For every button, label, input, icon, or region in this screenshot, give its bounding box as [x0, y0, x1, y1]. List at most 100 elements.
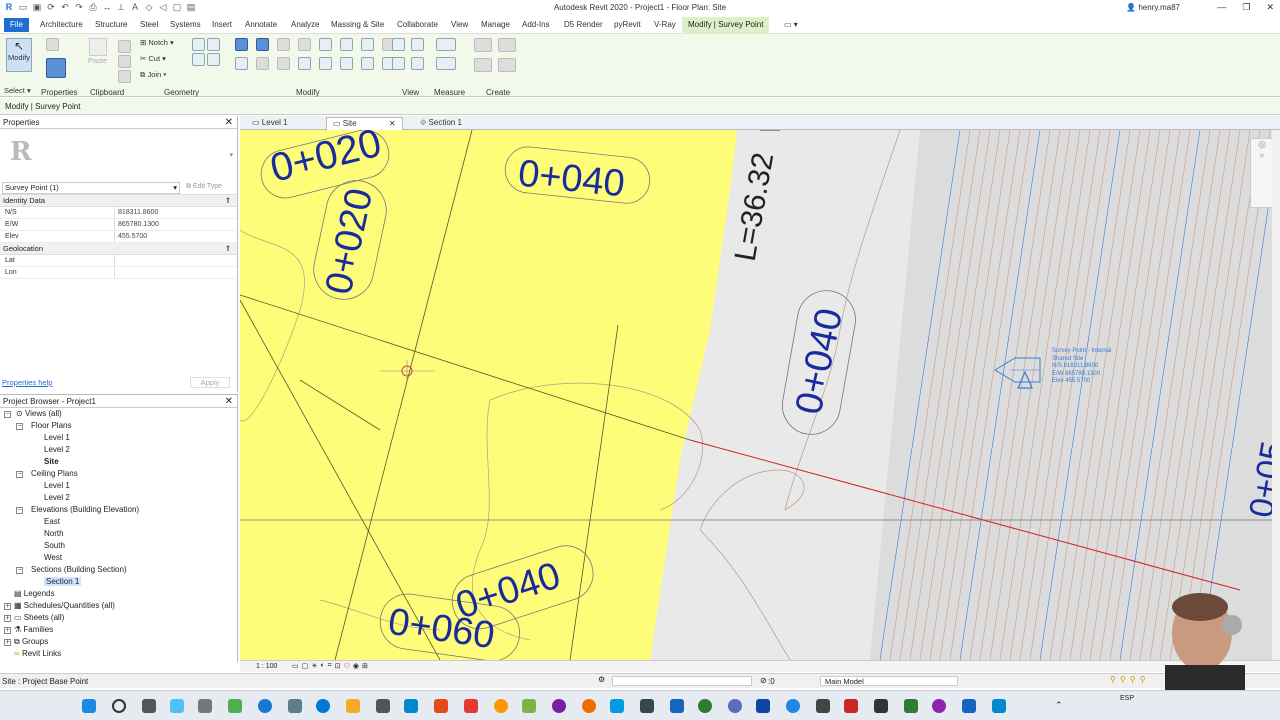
- tab-manage[interactable]: Manage: [479, 20, 512, 29]
- collapse-toggle-icon[interactable]: −: [16, 567, 23, 574]
- tab-steel[interactable]: Steel: [138, 20, 160, 29]
- properties-help-link[interactable]: Properties help: [2, 378, 52, 387]
- demolish-icon[interactable]: [207, 53, 220, 66]
- select-links-icon[interactable]: ⚲: [1110, 675, 1116, 684]
- app-icon[interactable]: [816, 699, 830, 713]
- tree-fp-site[interactable]: Site: [44, 457, 59, 466]
- tree-sheets[interactable]: ▭ Sheets (all): [14, 613, 64, 622]
- app-icon[interactable]: [640, 699, 654, 713]
- editable-only-icon[interactable]: ⊘: [760, 676, 767, 685]
- brave-icon[interactable]: [434, 699, 448, 713]
- notch-button[interactable]: ⊞ Notch ▾: [140, 38, 174, 47]
- app-icon[interactable]: [932, 699, 946, 713]
- ew-value[interactable]: 865780.1300: [115, 219, 159, 230]
- join-button[interactable]: ⧉ Join ▾: [140, 70, 166, 80]
- linework-icon[interactable]: [392, 57, 405, 70]
- tray-chevron-icon[interactable]: ⌃: [1055, 700, 1063, 711]
- tab-structure[interactable]: Structure: [93, 20, 129, 29]
- tree-cp-level2[interactable]: Level 2: [44, 493, 70, 502]
- worksharing-icon[interactable]: ⊞: [362, 662, 368, 670]
- temporary-hide-icon[interactable]: ⚇: [344, 662, 350, 670]
- delete-icon[interactable]: [361, 57, 374, 70]
- tree-north[interactable]: North: [44, 529, 64, 538]
- tab-systems[interactable]: Systems: [168, 20, 203, 29]
- collapse-toggle-icon[interactable]: −: [16, 507, 23, 514]
- offset-icon[interactable]: [256, 38, 269, 51]
- hide-icon[interactable]: [392, 38, 405, 51]
- group-geolocation[interactable]: Geolocation ⇑: [0, 243, 237, 255]
- expand-toggle-icon[interactable]: +: [4, 603, 11, 610]
- visibility-icon[interactable]: [411, 57, 424, 70]
- mirror-draw-icon[interactable]: [298, 38, 311, 51]
- tab-pyrevit[interactable]: pyRevit: [612, 20, 643, 29]
- windows-start-icon[interactable]: [82, 699, 96, 713]
- detail-level-icon[interactable]: ▭: [292, 662, 299, 670]
- tree-floor-plans[interactable]: Floor Plans: [31, 421, 71, 430]
- tree-revit-links[interactable]: ∞ Revit Links: [14, 649, 61, 658]
- tab-architecture[interactable]: Architecture: [38, 20, 85, 29]
- tree-section1[interactable]: Section 1: [44, 577, 82, 586]
- expand-toggle-icon[interactable]: +: [4, 639, 11, 646]
- tab-modify-survey-point[interactable]: Modify | Survey Point: [682, 17, 770, 34]
- tree-west[interactable]: West: [44, 553, 62, 562]
- elev-value[interactable]: 455.5700: [115, 231, 147, 242]
- collapse-toggle-icon[interactable]: −: [16, 471, 23, 478]
- tree-south[interactable]: South: [44, 541, 65, 550]
- group-identity-data[interactable]: Identity Data ⇑: [0, 195, 237, 207]
- tree-cp-level1[interactable]: Level 1: [44, 481, 70, 490]
- app-icon[interactable]: [874, 699, 888, 713]
- tab-d5-render[interactable]: D5 Render: [562, 20, 605, 29]
- app-icon[interactable]: [582, 699, 596, 713]
- tab-massing-site[interactable]: Massing & Site: [329, 20, 386, 29]
- tab-vray[interactable]: V-Ray: [652, 20, 678, 29]
- app-icon[interactable]: [228, 699, 242, 713]
- unpin-icon[interactable]: [361, 38, 374, 51]
- worksets-icon[interactable]: ⚙: [598, 675, 605, 684]
- close-icon[interactable]: ✕: [225, 117, 233, 128]
- user-name[interactable]: 👤 henry.ma87: [1126, 3, 1180, 12]
- app-icon[interactable]: [494, 699, 508, 713]
- tree-views[interactable]: ⊙ Views (all): [16, 409, 62, 418]
- scale-selector[interactable]: 1 : 100: [256, 663, 277, 670]
- navigation-bar[interactable]: ◎ ⌕: [1250, 138, 1274, 208]
- autocad-icon[interactable]: [844, 699, 858, 713]
- close-icon[interactable]: ✕: [1266, 2, 1274, 13]
- tab-file[interactable]: File: [4, 18, 29, 32]
- cut-clipboard-icon[interactable]: [118, 40, 131, 53]
- type-properties-icon[interactable]: [46, 38, 68, 54]
- app-icon[interactable]: [464, 699, 478, 713]
- crop-view-icon[interactable]: ⌗: [328, 662, 332, 670]
- close-tab-icon[interactable]: ✕: [389, 119, 396, 128]
- create-group-icon[interactable]: [474, 58, 492, 72]
- expand-toggle-icon[interactable]: +: [4, 615, 11, 622]
- shadows-icon[interactable]: ◐: [321, 662, 325, 670]
- restore-icon[interactable]: ❐: [1242, 2, 1250, 13]
- select-dropdown[interactable]: Select ▾: [4, 86, 31, 95]
- sun-path-icon[interactable]: ☀: [311, 662, 317, 670]
- tab-view[interactable]: View: [449, 20, 470, 29]
- view-tab-site[interactable]: ▭ Site ✕: [326, 117, 403, 130]
- create-assembly-icon[interactable]: [474, 38, 492, 52]
- lat-value[interactable]: [115, 255, 118, 266]
- tab-collaborate[interactable]: Collaborate: [395, 20, 440, 29]
- show-crop-icon[interactable]: ⊡: [335, 662, 341, 670]
- type-selector[interactable]: Survey Point (1) ▾: [2, 182, 180, 194]
- widgets-icon[interactable]: [170, 699, 184, 713]
- design-option-selector[interactable]: Main Model: [820, 676, 958, 686]
- app-icon[interactable]: [992, 699, 1006, 713]
- vertical-scrollbar[interactable]: [1272, 130, 1280, 660]
- create-similar-icon[interactable]: [498, 58, 516, 72]
- minimize-icon[interactable]: —: [1217, 2, 1226, 13]
- language-indicator[interactable]: ESP: [1120, 695, 1134, 702]
- dimension-aligned-icon[interactable]: [436, 57, 456, 70]
- tab-add-ins[interactable]: Add-Ins: [520, 20, 552, 29]
- trim-icon[interactable]: [298, 57, 311, 70]
- tab-analyze[interactable]: Analyze: [289, 20, 321, 29]
- trim-single-icon[interactable]: [319, 57, 332, 70]
- steering-wheel-icon[interactable]: ◎: [1251, 139, 1273, 150]
- excel-icon[interactable]: [904, 699, 918, 713]
- align-icon[interactable]: [235, 38, 248, 51]
- tree-groups[interactable]: ⧉ Groups: [14, 637, 48, 647]
- view-tab-section1[interactable]: ⟐ Section 1: [414, 117, 468, 130]
- properties-button[interactable]: [46, 58, 68, 80]
